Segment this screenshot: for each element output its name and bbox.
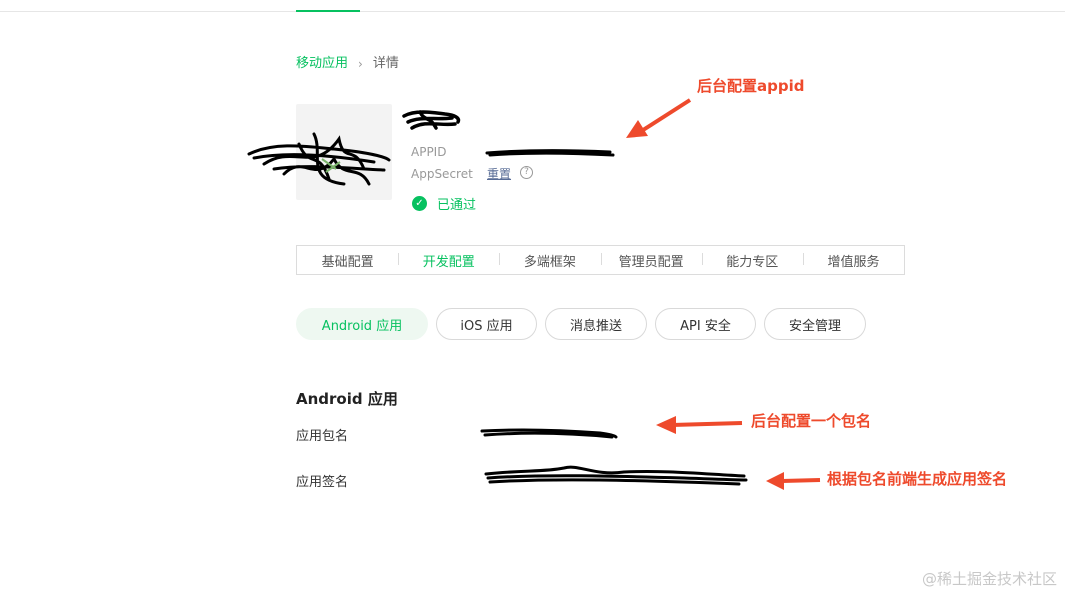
breadcrumb: 移动应用 › 详情 — [296, 56, 399, 72]
check-circle-icon: ✓ — [412, 196, 427, 211]
config-tabs: 基础配置 开发配置 多端框架 管理员配置 能力专区 增值服务 — [296, 245, 905, 275]
top-nav-active-indicator — [296, 10, 360, 12]
pill-security-management[interactable]: 安全管理 — [764, 308, 866, 340]
question-circle-icon[interactable]: ? — [520, 166, 533, 179]
annotation-package: 后台配置一个包名 — [751, 412, 872, 430]
redaction-scribble-signature — [484, 465, 748, 486]
appsecret-label: AppSecret — [411, 167, 473, 181]
approval-status-text: 已通过 — [437, 198, 477, 213]
appid-label: APPID — [411, 145, 447, 159]
platform-pills: Android 应用 iOS 应用 消息推送 API 安全 安全管理 — [296, 308, 874, 340]
pill-ios-app[interactable]: iOS 应用 — [436, 308, 537, 340]
arrow-icon-package — [656, 416, 743, 434]
reset-secret-link[interactable]: 重置 — [487, 166, 511, 182]
breadcrumb-mobile-apps-link[interactable]: 移动应用 — [296, 56, 348, 72]
tab-admin-config[interactable]: 管理员配置 — [600, 251, 702, 270]
redaction-scribble-app-name — [402, 110, 461, 130]
annotation-signature: 根据包名前端生成应用签名 — [827, 470, 1008, 488]
pill-api-security[interactable]: API 安全 — [655, 308, 756, 340]
pill-android-app[interactable]: Android 应用 — [296, 308, 428, 340]
breadcrumb-current: 详情 — [372, 56, 399, 71]
top-nav-divider — [0, 11, 1065, 12]
tab-basic-config[interactable]: 基础配置 — [297, 251, 398, 270]
arrow-icon-appid — [626, 98, 692, 138]
package-name-label: 应用包名 — [296, 429, 349, 444]
redaction-scribble-package-name — [480, 428, 618, 439]
watermark: @稀土掘金技术社区 — [921, 570, 1057, 588]
pill-push-messages[interactable]: 消息推送 — [545, 308, 647, 340]
tab-value-added-services[interactable]: 增值服务 — [802, 251, 904, 270]
arrow-icon-signature — [766, 472, 821, 490]
breadcrumb-separator-icon: › — [358, 57, 363, 71]
app-icon — [296, 104, 392, 200]
tab-capabilities[interactable]: 能力专区 — [701, 251, 803, 270]
tab-multi-platform-framework[interactable]: 多端框架 — [499, 251, 600, 270]
approval-status: ✓ 已通过 — [412, 194, 476, 213]
annotation-appid: 后台配置appid — [697, 77, 805, 95]
tab-dev-config[interactable]: 开发配置 — [398, 251, 499, 270]
android-section-title: Android 应用 — [296, 390, 398, 408]
redaction-scribble-appid-value — [485, 149, 615, 157]
signature-label: 应用签名 — [296, 475, 349, 490]
